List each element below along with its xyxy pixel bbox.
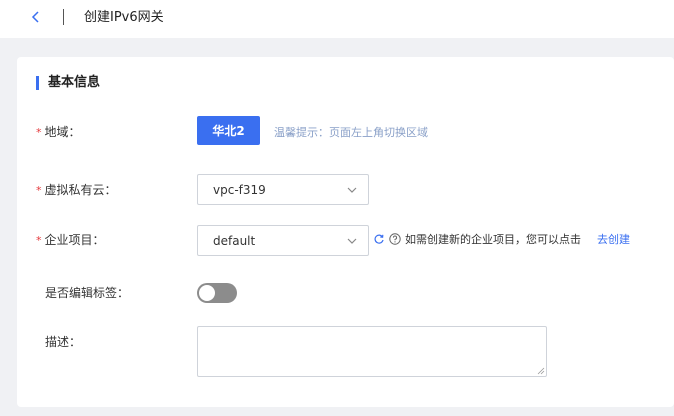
edit-tags-toggle[interactable] [197,283,237,303]
vpc-label-row: * 虚拟私有云： [36,182,117,199]
page-title: 创建IPv6网关 [84,10,164,25]
enterprise-project-select[interactable]: default [197,225,369,256]
region-hint: 温馨提示：页面左上角切换区域 [274,126,428,139]
create-project-link[interactable]: 去创建 [597,233,630,247]
refresh-icon[interactable] [373,233,385,245]
chevron-down-icon [347,187,357,193]
region-label: 地域： [44,125,81,139]
section-title: 基本信息 [48,75,101,90]
region-label-row: * 地域： [36,124,81,141]
enterprise-project-tip: 如需创建新的企业项目，您可以点击 [405,233,581,246]
enterprise-project-select-value: default [213,234,256,248]
enterprise-project-label: 企业项目： [44,233,105,247]
required-mark: * [36,184,42,197]
help-icon [389,233,401,245]
enterprise-project-label-row: * 企业项目： [36,232,105,249]
required-mark: * [36,126,42,139]
page-header: 创建IPv6网关 [0,0,674,38]
edit-tags-label: 是否编辑标签： [45,286,130,300]
vpc-select[interactable]: vpc-f319 [197,174,369,205]
description-label: 描述： [45,335,82,349]
description-textarea[interactable] [197,326,547,377]
region-button[interactable]: 华北2 [197,116,260,145]
vpc-label: 虚拟私有云： [44,183,117,197]
chevron-left-icon [31,11,39,23]
chevron-down-icon [347,238,357,244]
header-divider [63,9,64,25]
required-mark: * [36,234,42,247]
form-card: 基本信息 * 地域： 华北2 温馨提示：页面左上角切换区域 * 虚拟私有云： vpc… [17,57,674,407]
section-accent-bar [36,76,39,90]
toggle-knob [199,285,215,301]
back-button[interactable] [26,7,46,27]
vpc-select-value: vpc-f319 [213,183,266,197]
resize-grip-icon[interactable] [537,367,545,375]
